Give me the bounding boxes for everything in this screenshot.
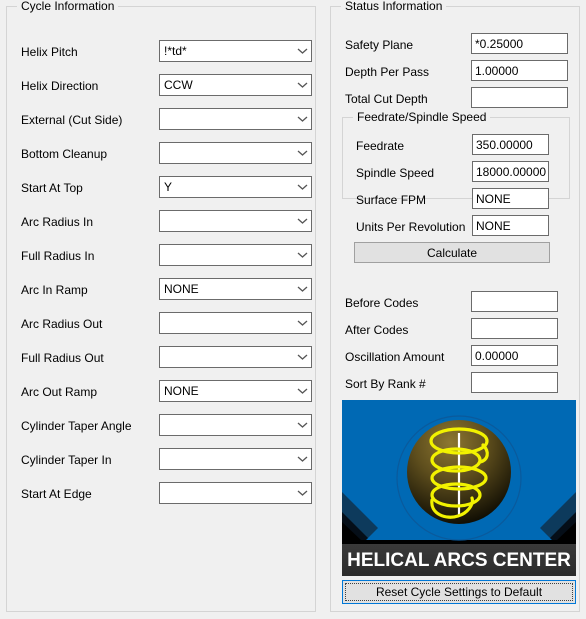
chevron-down-icon[interactable]: [294, 415, 311, 435]
label-spindle-speed: Spindle Speed: [356, 166, 435, 180]
input-safety-plane-value: *0.25000: [475, 36, 524, 51]
label-sort-by-rank: Sort By Rank #: [345, 377, 426, 391]
input-surface-fpm[interactable]: NONE: [472, 188, 549, 209]
combo-helix-direction[interactable]: CCW: [159, 74, 312, 96]
combo-cylinder-taper-angle[interactable]: [159, 414, 312, 436]
combo-start-at-top-value: Y: [164, 180, 173, 194]
reset-cycle-settings-button-inner: Reset Cycle Settings to Default: [345, 583, 573, 601]
chevron-down-icon[interactable]: [294, 449, 311, 469]
input-before-codes[interactable]: [471, 291, 558, 312]
label-surface-fpm: Surface FPM: [356, 193, 427, 207]
label-cylinder-taper-in: Cylinder Taper In: [21, 453, 112, 467]
combo-external-cut-side[interactable]: [159, 108, 312, 130]
input-after-codes[interactable]: [471, 318, 558, 339]
combo-arc-out-ramp-value: NONE: [164, 384, 199, 398]
label-helix-direction: Helix Direction: [21, 79, 99, 93]
label-start-at-edge: Start At Edge: [21, 487, 92, 501]
input-safety-plane[interactable]: *0.25000: [471, 33, 568, 54]
label-helix-pitch: Helix Pitch: [21, 45, 78, 59]
feedrate-spindle-speed-group: Feedrate/Spindle Speed Feedrate 350.0000…: [342, 110, 570, 263]
input-oscillation-amount[interactable]: 0.00000: [471, 345, 558, 366]
label-full-radius-out: Full Radius Out: [21, 351, 104, 365]
combo-arc-out-ramp[interactable]: NONE: [159, 380, 312, 402]
input-feedrate-value: 350.00000: [476, 137, 533, 152]
reset-cycle-settings-button-label: Reset Cycle Settings to Default: [375, 585, 543, 599]
input-spindle-speed-value: 18000.00000: [476, 164, 547, 179]
combo-full-radius-in[interactable]: [159, 244, 312, 266]
combo-helix-pitch-value: !*td*: [164, 44, 187, 58]
reset-cycle-settings-button[interactable]: Reset Cycle Settings to Default: [342, 580, 576, 604]
input-depth-per-pass[interactable]: 1.00000: [471, 60, 568, 81]
label-bottom-cleanup: Bottom Cleanup: [21, 147, 108, 161]
label-oscillation-amount: Oscillation Amount: [345, 350, 445, 364]
input-surface-fpm-value: NONE: [476, 191, 511, 206]
input-depth-per-pass-value: 1.00000: [475, 63, 519, 78]
chevron-down-icon[interactable]: [294, 313, 311, 333]
cycle-information-group: Cycle Information Helix Pitch !*td* Heli…: [6, 0, 316, 612]
chevron-down-icon[interactable]: [294, 41, 311, 61]
label-units-per-revolution: Units Per Revolution: [356, 220, 466, 234]
label-before-codes: Before Codes: [345, 296, 419, 310]
chevron-down-icon[interactable]: [294, 211, 311, 231]
input-total-cut-depth[interactable]: [471, 87, 568, 108]
chevron-down-icon[interactable]: [294, 109, 311, 129]
input-units-per-revolution-value: NONE: [476, 218, 511, 233]
cycle-information-title: Cycle Information: [17, 0, 119, 13]
label-full-radius-in: Full Radius In: [21, 249, 95, 263]
chevron-down-icon[interactable]: [294, 143, 311, 163]
label-arc-radius-out: Arc Radius Out: [21, 317, 103, 331]
input-feedrate[interactable]: 350.00000: [472, 134, 549, 155]
label-feedrate: Feedrate: [356, 139, 405, 153]
combo-start-at-edge[interactable]: [159, 482, 312, 504]
chevron-down-icon[interactable]: [294, 177, 311, 197]
combo-helix-direction-value: CCW: [164, 78, 193, 92]
chevron-down-icon[interactable]: [294, 75, 311, 95]
calculate-button-label: Calculate: [426, 245, 478, 260]
combo-arc-radius-out[interactable]: [159, 312, 312, 334]
chevron-down-icon[interactable]: [294, 245, 311, 265]
combo-arc-in-ramp-value: NONE: [164, 282, 199, 296]
label-arc-in-ramp: Arc In Ramp: [21, 283, 88, 297]
combo-cylinder-taper-in[interactable]: [159, 448, 312, 470]
chevron-down-icon[interactable]: [294, 279, 311, 299]
label-external-cut-side: External (Cut Side): [21, 113, 123, 127]
combo-full-radius-out[interactable]: [159, 346, 312, 368]
input-spindle-speed[interactable]: 18000.00000: [472, 161, 549, 182]
chevron-down-icon[interactable]: [294, 381, 311, 401]
input-sort-by-rank[interactable]: [471, 372, 558, 393]
combo-start-at-top[interactable]: Y: [159, 176, 312, 198]
status-information-title: Status Information: [341, 0, 447, 13]
label-arc-out-ramp: Arc Out Ramp: [21, 385, 98, 399]
combo-arc-in-ramp[interactable]: NONE: [159, 278, 312, 300]
input-units-per-revolution[interactable]: NONE: [472, 215, 549, 236]
helical-arcs-center-logo: HELICAL ARCS CENTER: [342, 400, 576, 576]
combo-arc-radius-in[interactable]: [159, 210, 312, 232]
logo-banner-text: HELICAL ARCS CENTER: [347, 550, 571, 571]
feedrate-spindle-speed-title: Feedrate/Spindle Speed: [353, 110, 491, 124]
chevron-down-icon[interactable]: [294, 483, 311, 503]
label-total-cut-depth: Total Cut Depth: [345, 92, 428, 106]
calculate-button[interactable]: Calculate: [354, 242, 550, 263]
label-cylinder-taper-angle: Cylinder Taper Angle: [21, 419, 132, 433]
label-depth-per-pass: Depth Per Pass: [345, 65, 430, 79]
label-start-at-top: Start At Top: [21, 181, 83, 195]
combo-bottom-cleanup[interactable]: [159, 142, 312, 164]
logo-graphic: HELICAL ARCS CENTER: [342, 400, 576, 576]
label-safety-plane: Safety Plane: [345, 38, 414, 52]
label-after-codes: After Codes: [345, 323, 409, 337]
input-oscillation-amount-value: 0.00000: [475, 348, 519, 363]
label-arc-radius-in: Arc Radius In: [21, 215, 94, 229]
chevron-down-icon[interactable]: [294, 347, 311, 367]
combo-helix-pitch[interactable]: !*td*: [159, 40, 312, 62]
